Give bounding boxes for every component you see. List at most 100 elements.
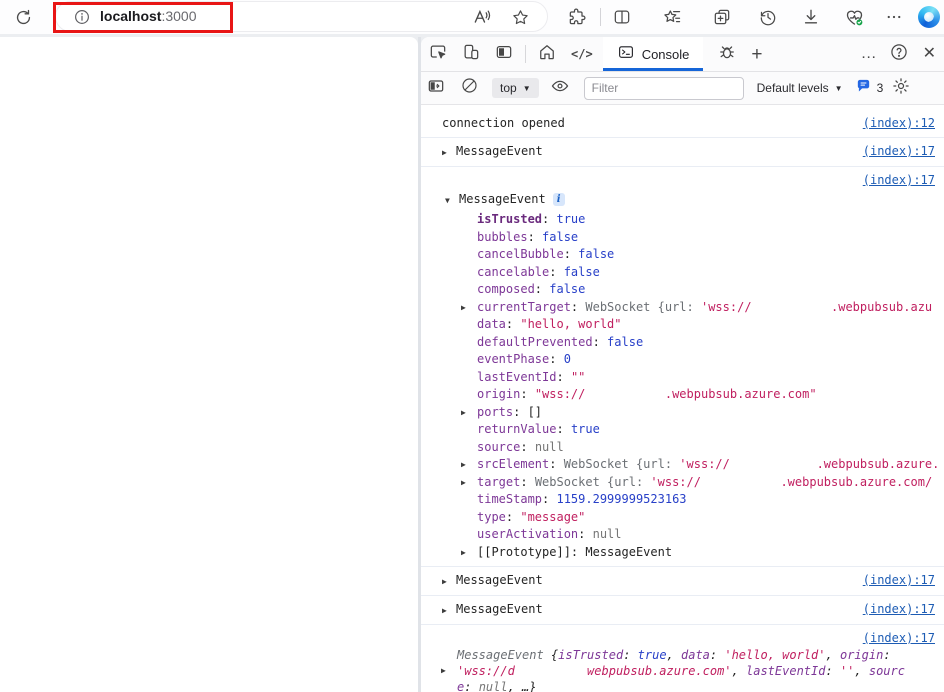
console-message: connection opened(index):12 (421, 110, 944, 138)
console-token: origin (840, 648, 883, 662)
tabbar-separator (525, 45, 526, 63)
favorites-button[interactable] (660, 5, 684, 29)
console-token: : (571, 300, 585, 314)
source-link[interactable]: (index):17 (863, 173, 935, 188)
issues-count: 3 (877, 81, 884, 95)
source-link[interactable]: (index):17 (863, 631, 935, 646)
log-levels-selector[interactable]: Default levels ▼ (757, 81, 843, 95)
console-line: ▶'wss://d webpubsub.azure.com', lastEven… (421, 663, 944, 679)
favorites-star-lines-icon (662, 7, 682, 27)
copilot-button[interactable] (918, 6, 940, 28)
add-tool-button[interactable]: + (751, 45, 762, 64)
devtools-close-button[interactable]: ✕ (923, 46, 936, 62)
console-token: MessageEvent (585, 545, 672, 559)
console-token: source (477, 440, 520, 454)
issues-counter[interactable]: 3 (855, 77, 884, 99)
console-token: cancelBubble (477, 247, 564, 261)
console-token: 1159.2999999523163 (556, 492, 686, 506)
console-token: "hello, world" (520, 317, 621, 331)
console-token: : (549, 265, 563, 279)
tab-console[interactable]: Console (603, 37, 704, 71)
message-text: ▶MessageEvent (442, 573, 855, 589)
essentials-heart-icon (844, 7, 865, 28)
dock-side-button[interactable] (492, 42, 516, 66)
history-button[interactable] (756, 5, 780, 29)
devtools-help-button[interactable] (887, 42, 911, 66)
expand-toggle-icon[interactable]: ▶ (461, 456, 466, 474)
console-line: userActivation: null (421, 526, 944, 544)
browser-toolbar: localhost:3000 (0, 0, 944, 34)
console-token: null (593, 527, 622, 541)
console-token: : (578, 527, 592, 541)
dock-left-icon (494, 42, 514, 67)
console-line: ▼MessageEventi (421, 189, 944, 211)
console-token: : (571, 545, 585, 559)
console-token: , (667, 648, 681, 662)
console-line: e: null, …} (421, 679, 944, 692)
issues-button[interactable] (715, 42, 739, 66)
expand-toggle-icon[interactable]: ▶ (442, 603, 456, 618)
browser-essentials-button[interactable] (842, 5, 866, 29)
console-token: WebSocket {url: (564, 457, 680, 471)
live-expression-button[interactable] (548, 76, 572, 100)
console-token: "wss:// .webpubsub.azure.com" (535, 387, 817, 401)
toolbar-separator (600, 8, 601, 26)
settings-more-button[interactable] (882, 5, 906, 29)
clear-console-button[interactable] (457, 76, 481, 100)
expand-toggle-icon[interactable]: ▶ (442, 574, 456, 589)
console-token: : (520, 475, 534, 489)
console-sidebar-button[interactable] (424, 76, 448, 100)
source-link[interactable]: (index):12 (863, 116, 935, 131)
console-token: false (578, 247, 614, 261)
console-token: : (549, 352, 563, 366)
favorite-this-page-button[interactable] (508, 5, 532, 29)
collections-button[interactable] (710, 5, 734, 29)
console-panel-icon (617, 43, 635, 66)
message-text: ▶MessageEvent (442, 602, 855, 618)
devtools-tab-bar: </> Console + … ✕ (421, 37, 944, 72)
source-link[interactable]: (index):17 (863, 144, 935, 159)
console-token: 'wss:// .webpubsub.azu (701, 300, 932, 314)
tab-welcome[interactable] (535, 42, 559, 66)
expand-toggle-icon[interactable]: ▶ (442, 145, 456, 160)
devtools-more-button[interactable]: … (861, 46, 878, 62)
console-line: type: "message" (421, 509, 944, 527)
expand-toggle-icon[interactable]: ▶ (461, 404, 466, 422)
expand-toggle-icon[interactable]: ▶ (461, 544, 466, 562)
console-token: : (520, 387, 534, 401)
console-token: WebSocket {url: (585, 300, 701, 314)
issues-bubble-icon (855, 77, 872, 99)
source-link[interactable]: (index):17 (863, 602, 935, 617)
console-token: : (556, 422, 570, 436)
filter-input[interactable] (584, 77, 744, 100)
console-token: true (638, 648, 667, 662)
tab-elements[interactable]: </> (571, 47, 593, 61)
clear-console-icon (460, 76, 479, 100)
downloads-button[interactable] (799, 5, 823, 29)
expand-toggle-icon[interactable]: ▶ (441, 663, 446, 679)
expand-toggle-icon[interactable]: ▶ (461, 474, 466, 492)
split-screen-button[interactable] (610, 5, 634, 29)
console-token: "message" (520, 510, 585, 524)
console-line: defaultPrevented: false (421, 334, 944, 352)
content-area: </> Console + … ✕ (0, 37, 944, 692)
inspect-element-button[interactable] (426, 42, 450, 66)
console-line: cancelBubble: false (421, 246, 944, 264)
read-aloud-button[interactable] (470, 5, 494, 29)
console-settings-button[interactable] (889, 76, 913, 100)
source-link[interactable]: (index):17 (863, 573, 935, 588)
console-line: composed: false (421, 281, 944, 299)
console-token: : (825, 664, 839, 678)
chevron-down-icon: ▼ (835, 84, 843, 93)
console-token: currentTarget (477, 300, 571, 314)
collapse-toggle-icon[interactable]: ▼ (445, 192, 459, 210)
refresh-button[interactable] (11, 5, 35, 29)
console-token: [[Prototype]] (477, 545, 571, 559)
console-token: defaultPrevented (477, 335, 593, 349)
context-selector[interactable]: top ▼ (492, 78, 539, 98)
console-token: data (477, 317, 506, 331)
console-log: connection opened(index):12▶MessageEvent… (421, 105, 944, 692)
device-toolbar-button[interactable] (459, 42, 483, 66)
extensions-button[interactable] (565, 5, 589, 29)
expand-toggle-icon[interactable]: ▶ (461, 299, 466, 317)
